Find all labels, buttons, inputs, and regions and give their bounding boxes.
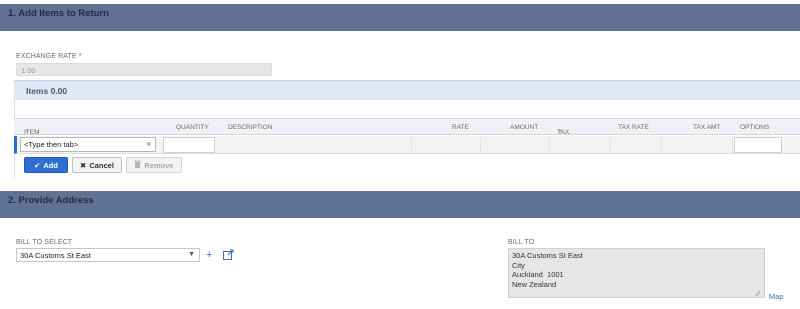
col-tax-rate[interactable]: TAX RATE [618,124,649,131]
cancel-button[interactable]: ✖ Cancel [72,157,122,173]
bill-to-select-value: 30A Customs St East [20,251,91,260]
col-rate[interactable]: RATE [452,124,469,131]
add-button[interactable]: ✔ Add [24,157,68,173]
plus-icon[interactable]: + [206,250,212,261]
resize-handle-icon[interactable]: ∕∕ [757,291,759,298]
tax-code-cell[interactable] [551,137,611,153]
exchange-rate-label-text: EXCHANGE RATE [16,53,77,60]
options-cell[interactable] [734,137,782,153]
external-link-icon[interactable] [223,249,234,263]
address-line: City [512,260,525,270]
exchange-rate-label: EXCHANGE RATE * [16,53,82,60]
address-line: Auckland 1001 [512,270,564,279]
bill-to-select[interactable]: 30A Customs St East ▼ [16,248,200,262]
map-link[interactable]: Map [769,292,784,301]
item-select[interactable]: <Type then tab> » [20,137,156,152]
item-edit-row: <Type then tab> » [14,136,800,154]
trash-icon [134,160,142,170]
remove-button[interactable]: Remove [126,157,182,173]
section-title: 1. Add Items to Return [8,8,109,19]
tax-rate-cell[interactable] [612,137,662,153]
col-description[interactable]: DESCRIPTION [228,124,272,131]
exchange-rate-field: 1.00 [16,63,272,76]
rate-cell[interactable] [413,137,481,153]
item-placeholder: <Type then tab> [24,140,79,149]
col-amount[interactable]: AMOUNT [510,124,538,131]
remove-button-label: Remove [144,160,174,170]
bill-to-address[interactable]: 30A Customs St East City Auckland 1001 N… [508,248,765,298]
close-icon: ✖ [80,160,87,170]
col-tax-amt[interactable]: TAX AMT [693,124,720,131]
address-line: New Zealand [512,279,557,289]
address-line: 30A Customs St East [512,251,583,260]
check-icon: ✔ [34,160,41,170]
tax-amt-cell[interactable] [663,137,733,153]
section-title: 2. Provide Address [8,195,94,206]
section-header-provide-address: 2. Provide Address [0,191,800,218]
col-quantity[interactable]: QUANTITY [176,124,209,131]
add-button-label: Add [43,160,58,170]
bill-to-label: BILL TO [508,239,535,246]
chevron-double-down-icon[interactable]: » [147,139,151,148]
col-options[interactable]: OPTIONS [740,124,769,131]
section-header-add-items: 1. Add Items to Return [0,4,800,31]
description-cell[interactable] [216,137,412,153]
quantity-input[interactable] [163,137,215,153]
exchange-rate-value: 1.00 [21,66,36,75]
bill-to-select-label: BILL TO SELECT [16,239,73,246]
amount-cell[interactable] [482,137,550,153]
items-heading: Items 0.00 [26,86,68,96]
items-sublist-header: Items 0.00 [14,80,800,100]
cancel-button-label: Cancel [89,160,114,170]
chevron-down-icon[interactable]: ▼ [188,251,195,258]
items-column-header: ITEM * QUANTITY DESCRIPTION RATE AMOUNT T… [14,118,800,143]
required-mark: * [78,53,82,60]
